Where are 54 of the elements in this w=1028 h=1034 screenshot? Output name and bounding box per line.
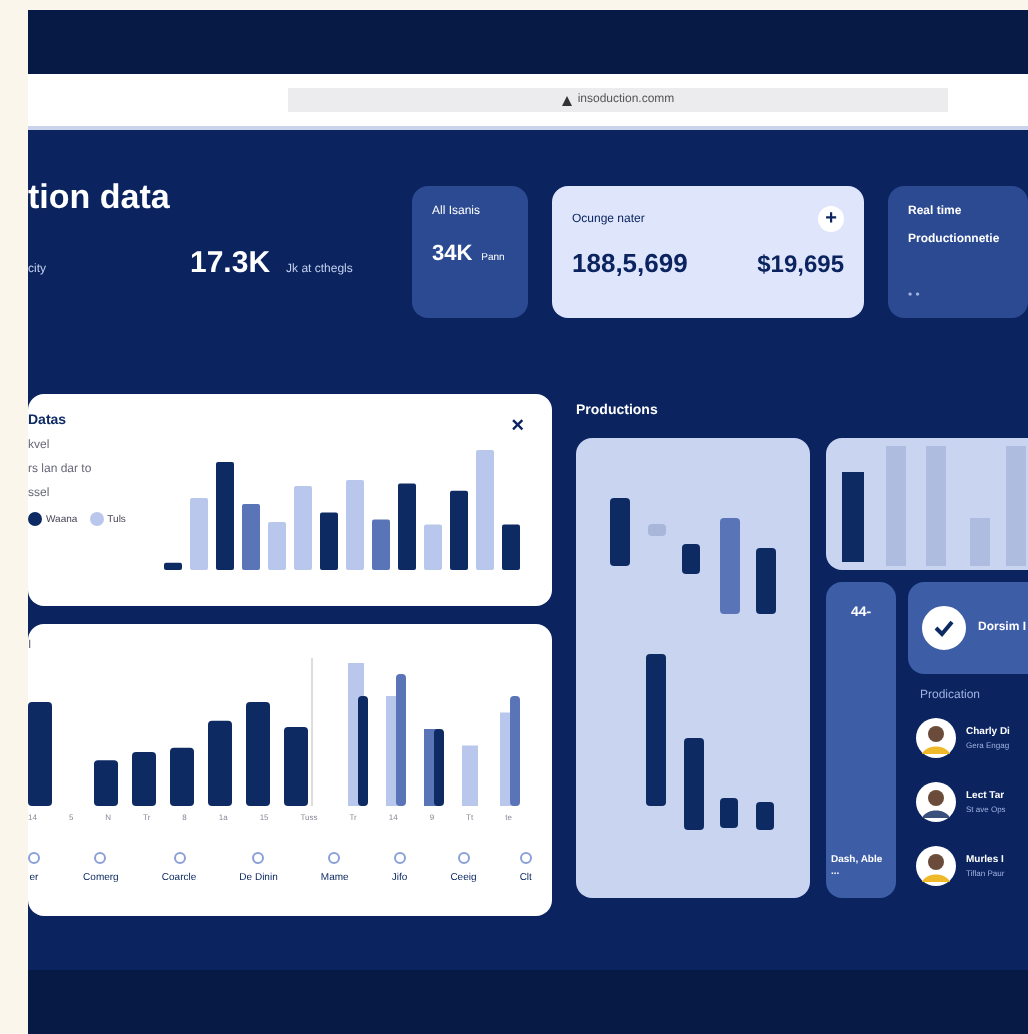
chart-bar [164, 562, 182, 570]
chart-bar [462, 745, 478, 806]
category-icon [393, 852, 406, 864]
category-icon [94, 852, 107, 864]
category-icon [173, 852, 185, 864]
chart-bar [294, 486, 312, 570]
candle [720, 518, 740, 614]
chart-bar [190, 498, 208, 570]
chart-bar [970, 518, 990, 566]
card-value: 188,5,699 [572, 248, 688, 278]
stat-value: 17.3K [190, 246, 271, 280]
person-avatar-icon [916, 846, 956, 886]
candle [682, 544, 700, 574]
chart-bar [424, 524, 442, 570]
chart-bar [94, 760, 118, 806]
chart-bar [926, 446, 946, 566]
chart-bar [842, 472, 864, 562]
chart-bar [268, 522, 286, 570]
category-icon [252, 852, 265, 864]
chart-bar [346, 480, 364, 570]
candle [610, 498, 630, 566]
add-button[interactable]: + [818, 206, 844, 232]
chart-bar [284, 726, 308, 806]
candle [756, 548, 776, 614]
candle [720, 798, 738, 828]
chart-bar [170, 747, 194, 806]
category-icon [328, 852, 341, 864]
chart-bar [320, 512, 338, 570]
person-avatar-icon [916, 782, 956, 822]
chart-bar [28, 702, 52, 806]
lock-icon [561, 95, 572, 105]
chart-bar [242, 504, 260, 570]
chart-bar [1006, 446, 1026, 566]
chart-bar [132, 751, 156, 806]
category-icon [457, 852, 470, 864]
card-value: 34K [432, 242, 473, 266]
candle [648, 524, 666, 536]
candle [756, 802, 774, 830]
chart-bar [502, 524, 520, 570]
chart-bar [246, 702, 270, 806]
chart-bar [398, 483, 416, 570]
category-icon [519, 852, 532, 864]
person-avatar-icon [916, 718, 956, 758]
card-value: $19,695 [757, 249, 844, 277]
chart-bar [216, 462, 234, 570]
chart-bar [208, 720, 232, 806]
chart-bar [886, 446, 906, 566]
candle [684, 738, 704, 830]
close-button[interactable]: × [511, 414, 524, 438]
chart-bar [476, 450, 494, 570]
category-icon [28, 852, 40, 864]
chart-bar [372, 519, 390, 570]
chart-bar [450, 490, 468, 570]
page-title: tion data [28, 178, 172, 218]
